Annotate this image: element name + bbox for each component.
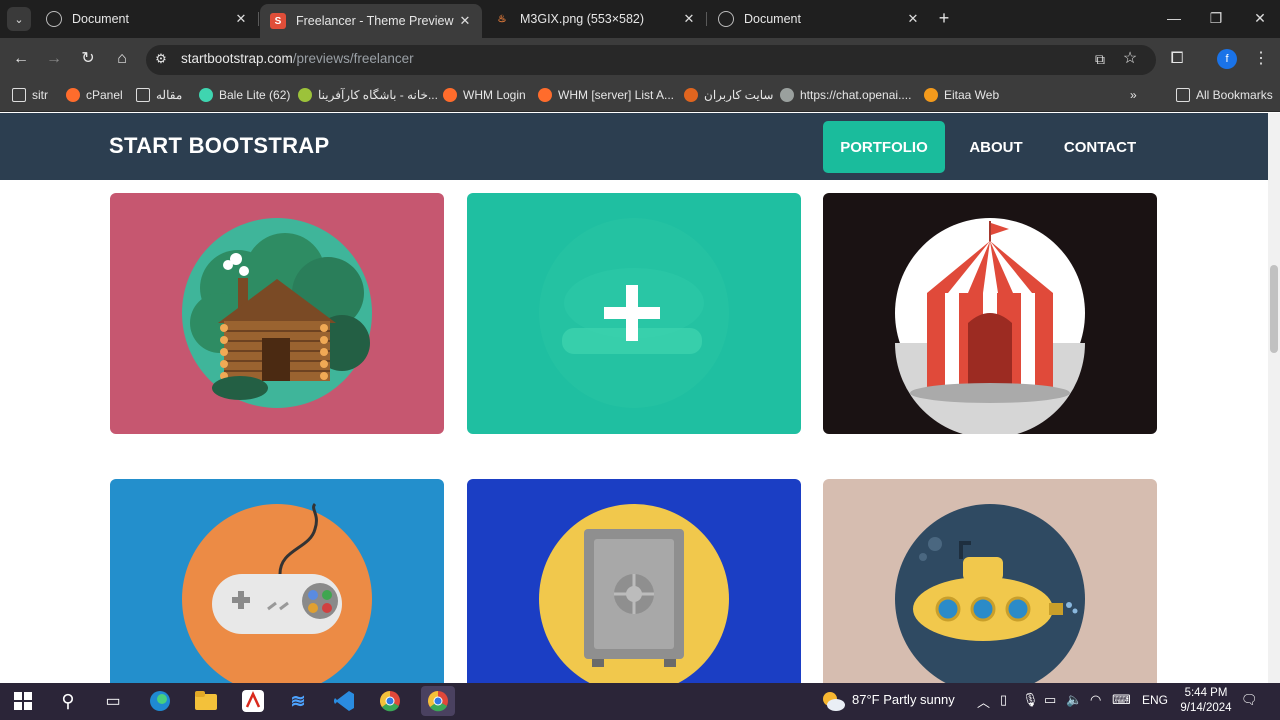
apple-icon (684, 88, 698, 102)
close-window-button[interactable]: ✕ (1250, 8, 1270, 28)
eitaa-icon (924, 88, 938, 102)
bookmark-sitr[interactable]: sitr (12, 86, 48, 104)
all-bookmarks[interactable]: All Bookmarks (1176, 86, 1273, 104)
tab-image[interactable]: ♨ M3GIX.png (553×582) ✕ (484, 4, 706, 34)
wifi-icon[interactable]: ◠ (1090, 692, 1101, 708)
site-info-icon[interactable]: ⚙ (150, 48, 172, 70)
site-brand[interactable]: START BOOTSTRAP (109, 133, 329, 159)
weather-text[interactable]: 87°F Partly sunny (852, 692, 955, 707)
page-scrollbar[interactable] (1268, 113, 1280, 683)
extensions-icon[interactable]: ⧠ (1166, 48, 1188, 70)
cpanel-icon (443, 88, 457, 102)
menu-icon[interactable]: ⋮ (1250, 48, 1272, 70)
cpanel-icon (66, 88, 80, 102)
chrome-active-icon[interactable] (421, 686, 455, 716)
openai-icon (780, 88, 794, 102)
portfolio-item-safe[interactable] (467, 479, 801, 683)
tab-title: M3GIX.png (553×582) (520, 12, 645, 26)
search-icon[interactable]: ⚲ (55, 689, 81, 713)
home-icon[interactable]: ⌂ (111, 48, 133, 70)
keyboard-icon[interactable]: ⌨ (1112, 692, 1131, 708)
filezilla-icon[interactable]: ≋ (285, 689, 311, 713)
globe-icon (46, 11, 62, 27)
folder-icon (1176, 88, 1190, 102)
bookmark-article[interactable]: مقاله (136, 86, 182, 104)
chrome-icon[interactable] (377, 689, 403, 713)
more-bookmarks-icon[interactable]: » (1130, 86, 1137, 104)
restore-button[interactable]: ❐ (1206, 8, 1226, 28)
close-icon[interactable]: ✕ (456, 13, 474, 29)
site-navbar: START BOOTSTRAP PORTFOLIO ABOUT CONTACT (0, 113, 1268, 180)
task-view-icon[interactable]: ▭ (100, 689, 126, 713)
language-indicator[interactable]: ENG (1142, 693, 1168, 707)
tab-freelancer[interactable]: S Freelancer - Theme Preview - St ✕ (260, 4, 482, 38)
nav-about[interactable]: ABOUT (958, 121, 1034, 173)
minimize-button[interactable]: — (1164, 8, 1184, 28)
acrobat-icon[interactable] (240, 689, 266, 713)
folder-icon (12, 88, 26, 102)
close-icon[interactable]: ✕ (904, 11, 922, 27)
tab-title: Freelancer - Theme Preview - St (296, 14, 456, 28)
bale-icon (199, 88, 213, 102)
new-tab-button[interactable]: + (934, 8, 954, 28)
close-icon[interactable]: ✕ (232, 11, 250, 27)
windows-start-icon[interactable] (10, 689, 36, 713)
notifications-icon[interactable]: 🗨 (1241, 692, 1258, 708)
globe-icon (718, 11, 734, 27)
tab-document-2[interactable]: Document ✕ (708, 4, 930, 34)
windows-taskbar (0, 683, 1280, 720)
bookmark-users-site[interactable]: سایت کاربران (684, 86, 773, 104)
device-icon[interactable]: ▯ (1000, 692, 1007, 708)
page-viewport: START BOOTSTRAP PORTFOLIO ABOUT CONTACT (0, 113, 1268, 683)
file-explorer-icon[interactable] (193, 689, 219, 713)
edge-icon[interactable] (147, 689, 173, 713)
club-icon (298, 88, 312, 102)
portfolio-item-game-controller[interactable] (110, 479, 444, 683)
portfolio-item-submarine[interactable] (823, 479, 1157, 683)
forward-button[interactable]: → (43, 48, 65, 70)
tab-document-1[interactable]: Document ✕ (36, 4, 258, 34)
system-clock[interactable]: 5:44 PM 9/14/2024 (1176, 686, 1236, 716)
install-app-icon[interactable]: ⧉ (1089, 48, 1111, 70)
tab-title: Document (72, 12, 129, 26)
bookmark-whm-login[interactable]: WHM Login (443, 86, 526, 104)
url-text[interactable]: startbootstrap.com/previews/freelancer (181, 51, 414, 66)
close-icon[interactable]: ✕ (680, 11, 698, 27)
volume-icon[interactable]: 🔈 (1066, 692, 1082, 708)
portfolio-item-circus[interactable] (823, 193, 1157, 434)
nav-portfolio[interactable]: PORTFOLIO (823, 121, 945, 173)
bookmark-whm-list[interactable]: WHM [server] List A... (538, 86, 674, 104)
bookmark-cpanel[interactable]: cPanel (66, 86, 123, 104)
bookmark-eitaa[interactable]: Eitaa Web (924, 86, 999, 104)
battery-icon[interactable]: ▭ (1044, 692, 1056, 708)
microphone-icon[interactable]: 🎙 (1022, 692, 1039, 708)
show-hidden-icons[interactable]: ︿ (977, 692, 990, 711)
bookmark-star-icon[interactable]: ☆ (1119, 48, 1141, 70)
cpanel-icon (538, 88, 552, 102)
reload-button[interactable]: ↻ (77, 48, 99, 70)
nav-contact[interactable]: CONTACT (1050, 121, 1150, 173)
vscode-icon[interactable] (331, 689, 357, 713)
portfolio-item-cabin[interactable] (110, 193, 444, 434)
portfolio-item-cake-hover[interactable] (467, 193, 801, 434)
profile-avatar[interactable]: f (1217, 49, 1237, 69)
folder-icon (136, 88, 150, 102)
image-favicon: ♨ (497, 13, 507, 25)
tab-title: Document (744, 12, 801, 26)
bookmark-club[interactable]: خانه - باشگاه کارآفرینا... (298, 86, 438, 104)
startbootstrap-favicon: S (270, 13, 286, 29)
tab-search-button[interactable]: ⌄ (7, 7, 31, 31)
bookmark-openai[interactable]: https://chat.openai.... (780, 86, 911, 104)
scrollbar-thumb[interactable] (1270, 265, 1278, 353)
bookmark-bale[interactable]: Bale Lite (62) (199, 86, 290, 104)
weather-icon[interactable] (820, 689, 846, 713)
back-button[interactable]: ← (10, 48, 32, 70)
